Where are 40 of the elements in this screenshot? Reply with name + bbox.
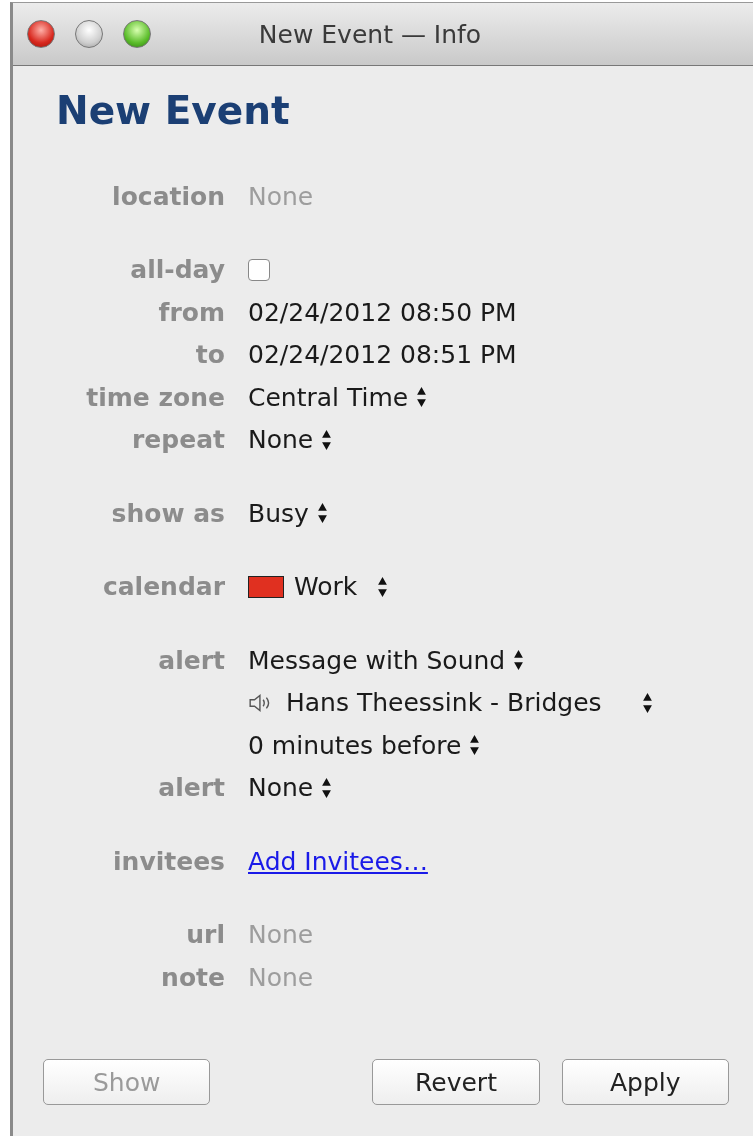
window-title: New Event — Info xyxy=(258,19,482,49)
popup-menu[interactable]: Message with Sound xyxy=(248,645,506,675)
field-label: calendar xyxy=(102,572,225,602)
popup-menu[interactable]: Hans Theessink - Bridges xyxy=(286,688,602,718)
stepper-icon xyxy=(321,776,333,799)
stepper-icon xyxy=(321,428,333,451)
field-value[interactable]: 02/24/2012 08:50 PM xyxy=(248,297,517,327)
push-button[interactable]: Apply xyxy=(561,1059,729,1106)
field-label: show as xyxy=(111,498,225,528)
popup-menu[interactable]: Busy xyxy=(248,498,309,528)
field-label: from xyxy=(158,297,225,327)
push-button[interactable]: Revert xyxy=(372,1059,540,1106)
popup-menu[interactable]: Work xyxy=(294,572,358,602)
popup-menu[interactable]: None xyxy=(248,425,314,455)
stepper-icon xyxy=(377,575,389,598)
field-label: alert xyxy=(158,645,225,675)
stepper-icon xyxy=(469,734,481,757)
field-label: location xyxy=(112,181,225,211)
field-label: time zone xyxy=(86,382,225,412)
field-label: url xyxy=(186,920,225,950)
stepper-icon xyxy=(513,649,525,672)
field-value[interactable]: 02/24/2012 08:51 PM xyxy=(248,340,517,370)
checkbox[interactable] xyxy=(248,258,270,281)
field-label: repeat xyxy=(132,425,225,455)
minimize-button[interactable] xyxy=(75,20,103,48)
stepper-icon xyxy=(641,691,653,714)
zoom-button[interactable] xyxy=(123,20,151,48)
add-invitees-link[interactable]: Add Invitees… xyxy=(248,846,428,876)
close-button[interactable] xyxy=(27,20,55,48)
field-label: to xyxy=(195,340,225,370)
field-label: alert xyxy=(158,773,225,803)
field-label: invitees xyxy=(113,846,225,876)
popup-menu[interactable]: None xyxy=(248,773,314,803)
stepper-icon xyxy=(416,386,428,409)
event-title: New Event xyxy=(56,88,291,135)
popup-menu[interactable]: Central Time xyxy=(248,382,409,412)
popup-menu[interactable]: 0 minutes before xyxy=(248,730,462,760)
field-label: note xyxy=(161,962,225,992)
stepper-icon xyxy=(316,502,328,525)
field-label: all-day xyxy=(130,255,225,285)
